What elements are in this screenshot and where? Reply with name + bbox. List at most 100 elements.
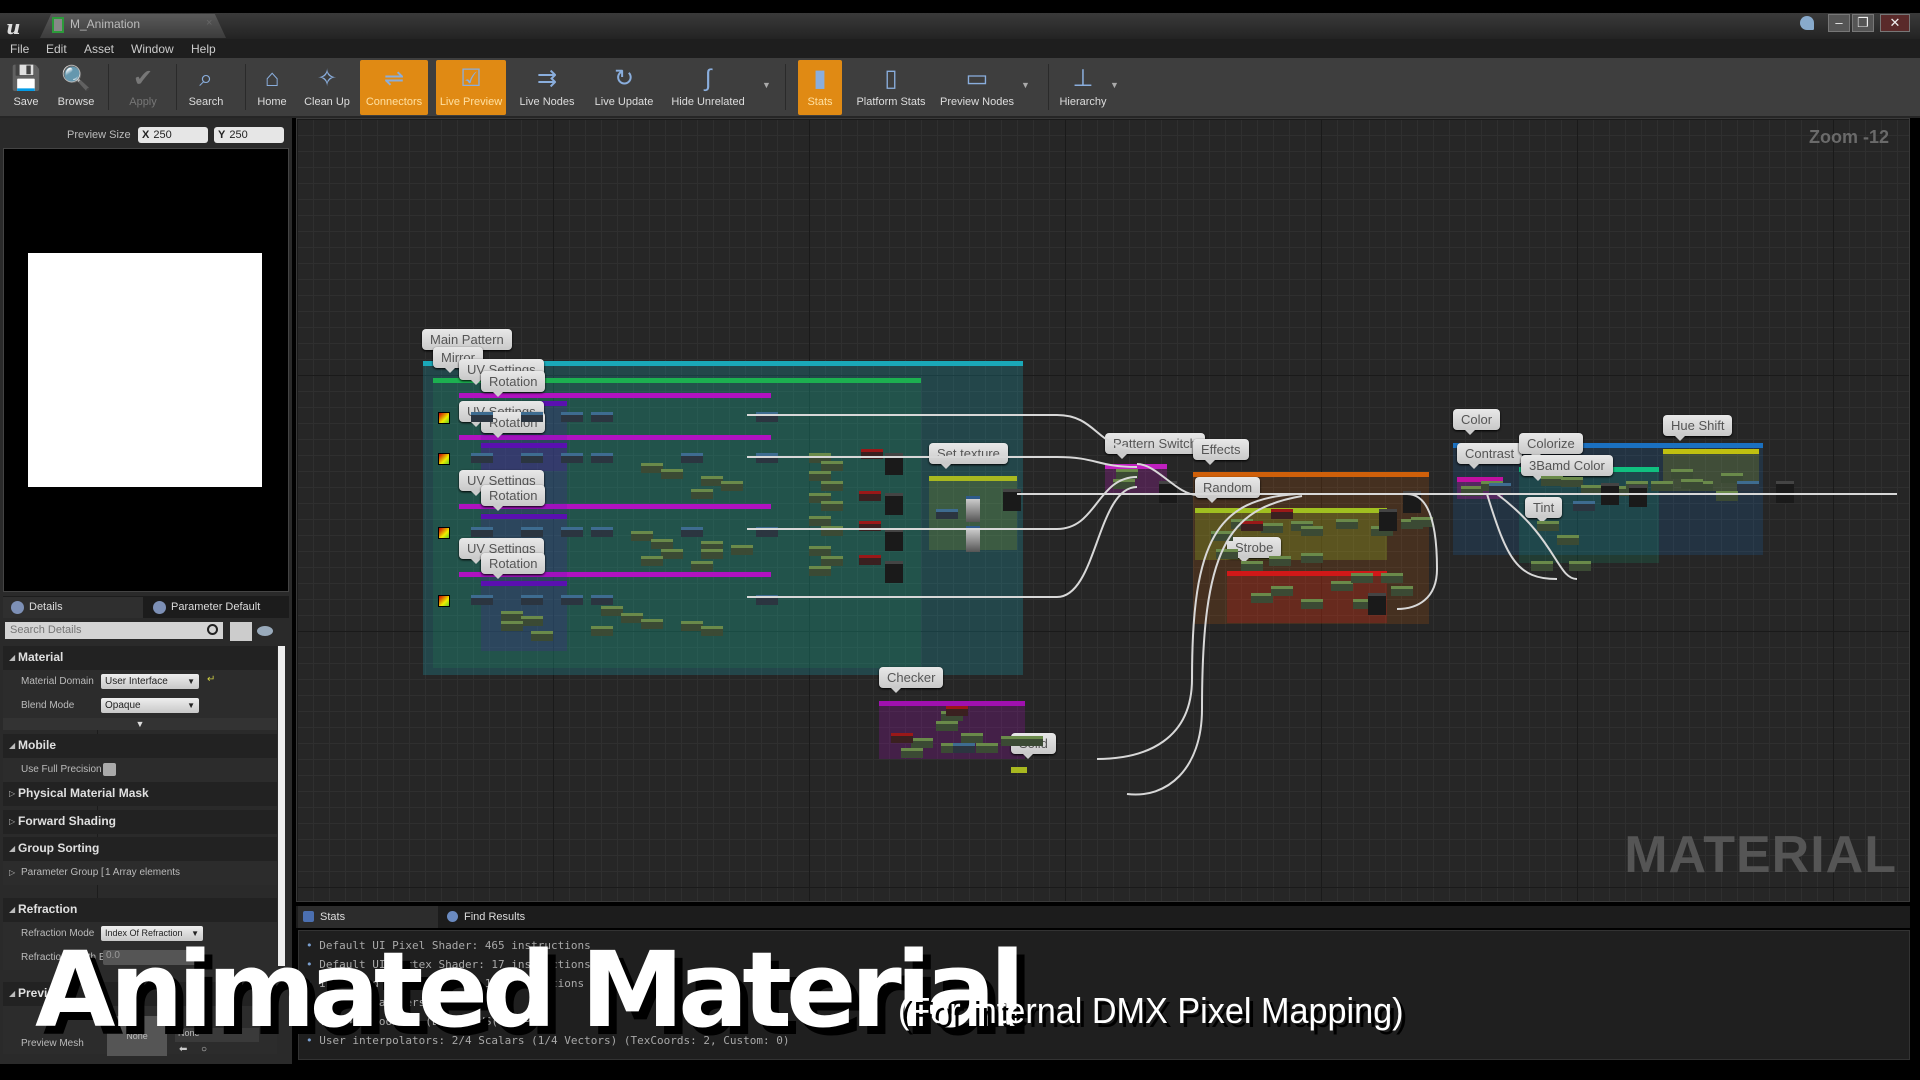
material-node[interactable] (885, 529, 903, 551)
property-parameter-group[interactable]: ▷ Parameter Group [ 1 Array elements (3, 861, 277, 885)
material-node[interactable] (1261, 523, 1283, 533)
material-node[interactable] (1368, 593, 1386, 615)
menu-window[interactable]: Window (131, 39, 174, 59)
material-node[interactable] (821, 556, 843, 566)
material-node[interactable] (1601, 483, 1619, 505)
material-node[interactable] (821, 526, 843, 536)
toolbar-clean-up-button[interactable]: ✧ Clean Up (298, 60, 356, 115)
blend-mode-dropdown[interactable]: Opaque (101, 698, 199, 713)
material-domain-dropdown[interactable]: User Interface (101, 674, 199, 689)
material-node[interactable] (885, 453, 903, 475)
menu-edit[interactable]: Edit (46, 39, 67, 59)
material-node[interactable] (561, 453, 583, 463)
pattern-switch-comment-bubble[interactable]: Pattern Switch (1105, 433, 1205, 459)
view-options-eye-icon[interactable] (257, 626, 273, 636)
material-node[interactable] (1716, 491, 1738, 501)
texture-param-icon[interactable] (438, 453, 450, 465)
material-node[interactable] (946, 706, 968, 716)
material-node[interactable] (521, 412, 543, 422)
material-node[interactable] (621, 613, 643, 623)
material-node[interactable] (641, 619, 663, 629)
material-node[interactable] (859, 521, 881, 531)
preview-size-y-field[interactable]: Y 250 (214, 127, 284, 143)
menu-help[interactable]: Help (191, 39, 216, 59)
material-node[interactable] (1271, 509, 1293, 519)
material-node[interactable] (521, 595, 543, 605)
details-scrollbar[interactable] (278, 646, 285, 966)
material-node[interactable] (1269, 556, 1291, 566)
toolbar-search-button[interactable]: ⌕ Search (184, 60, 228, 115)
toolbar-preview-nodes-button[interactable]: ▭ Preview Nodes (934, 60, 1020, 115)
solid-comment-box[interactable] (1011, 767, 1027, 773)
material-node[interactable] (1336, 519, 1358, 529)
material-node[interactable] (1021, 736, 1043, 746)
material-node[interactable] (966, 496, 980, 522)
menu-file[interactable]: File (10, 39, 29, 59)
toolbar-browse-button[interactable]: 🔍 Browse (52, 60, 100, 115)
material-node[interactable] (861, 449, 883, 459)
texture-param-icon[interactable] (438, 412, 450, 424)
toolbar-live-preview-button[interactable]: ☑ Live Preview (436, 60, 506, 115)
material-node[interactable] (1411, 517, 1433, 527)
material-node[interactable] (976, 743, 998, 753)
category-mobile[interactable]: ◢ Mobile (3, 734, 277, 758)
texture-param-icon[interactable] (438, 527, 450, 539)
material-graph-canvas[interactable]: Zoom -12 MATERIAL Main Pattern Mirror UV S… (296, 118, 1910, 902)
rotation-1-comment-bubble[interactable]: Rotation (481, 371, 546, 397)
material-node[interactable] (756, 453, 778, 463)
material-node[interactable] (756, 412, 778, 422)
material-node[interactable] (591, 527, 613, 537)
material-node[interactable] (1003, 489, 1021, 511)
tab-stats[interactable]: Stats (298, 906, 438, 928)
search-icon[interactable] (207, 624, 218, 635)
material-node[interactable] (1651, 481, 1673, 491)
material-node[interactable] (1681, 479, 1703, 489)
menu-asset[interactable]: Asset (84, 39, 114, 59)
material-node[interactable] (891, 733, 913, 743)
material-node[interactable] (809, 546, 831, 556)
solid-comment-header[interactable] (1011, 767, 1027, 772)
rotation-4-comment-header[interactable] (481, 581, 567, 586)
category-refraction[interactable]: ◢ Refraction (3, 898, 277, 922)
material-node[interactable] (631, 531, 653, 541)
material-node[interactable] (1159, 481, 1177, 503)
toolbar-live-update-button[interactable]: ↻ Live Update (584, 60, 664, 115)
preview-nodes-dropdown-icon[interactable]: ▼ (1021, 80, 1030, 90)
material-node[interactable] (1113, 479, 1135, 489)
material-node[interactable] (561, 412, 583, 422)
material-node[interactable] (1301, 553, 1323, 563)
minimize-button[interactable]: – (1828, 14, 1850, 32)
material-node[interactable] (561, 595, 583, 605)
material-node[interactable] (661, 549, 683, 559)
material-node[interactable] (1561, 477, 1583, 487)
material-node[interactable] (1116, 469, 1138, 479)
set-texture-comment-bubble[interactable]: Set texture (929, 443, 1008, 469)
material-node[interactable] (531, 631, 553, 641)
material-node[interactable] (936, 721, 958, 731)
material-node[interactable] (1569, 561, 1591, 571)
tab-details[interactable]: Details (3, 597, 143, 618)
toolbar-stats-button[interactable]: ▮ Stats (798, 60, 842, 115)
material-node[interactable] (1211, 531, 1233, 541)
material-node[interactable] (471, 527, 493, 537)
material-node[interactable] (651, 539, 673, 549)
reset-to-default-icon[interactable]: ↵ (207, 674, 215, 685)
material-node[interactable] (471, 412, 493, 422)
toolbar-platform-stats-button[interactable]: ▯ Platform Stats (848, 60, 934, 115)
set-texture-comment-header[interactable] (929, 476, 1017, 481)
material-node[interactable] (1241, 521, 1263, 531)
category-forward-shading[interactable]: ▷ Forward Shading (3, 810, 277, 834)
hide-unrelated-dropdown-icon[interactable]: ▼ (762, 80, 771, 90)
material-node[interactable] (721, 481, 743, 491)
search-details-input[interactable] (5, 622, 223, 639)
toolbar-hide-unrelated-button[interactable]: ∫ Hide Unrelated (660, 60, 756, 115)
material-node[interactable] (661, 469, 683, 479)
material-node[interactable] (809, 471, 831, 481)
category-material[interactable]: ◢ Material (3, 646, 277, 670)
hue-shift-comment-header[interactable] (1663, 449, 1759, 454)
material-node[interactable] (809, 566, 831, 576)
material-node[interactable] (1557, 535, 1579, 545)
material-node[interactable] (1251, 593, 1273, 603)
material-node[interactable] (1271, 586, 1293, 596)
material-node[interactable] (691, 489, 713, 499)
